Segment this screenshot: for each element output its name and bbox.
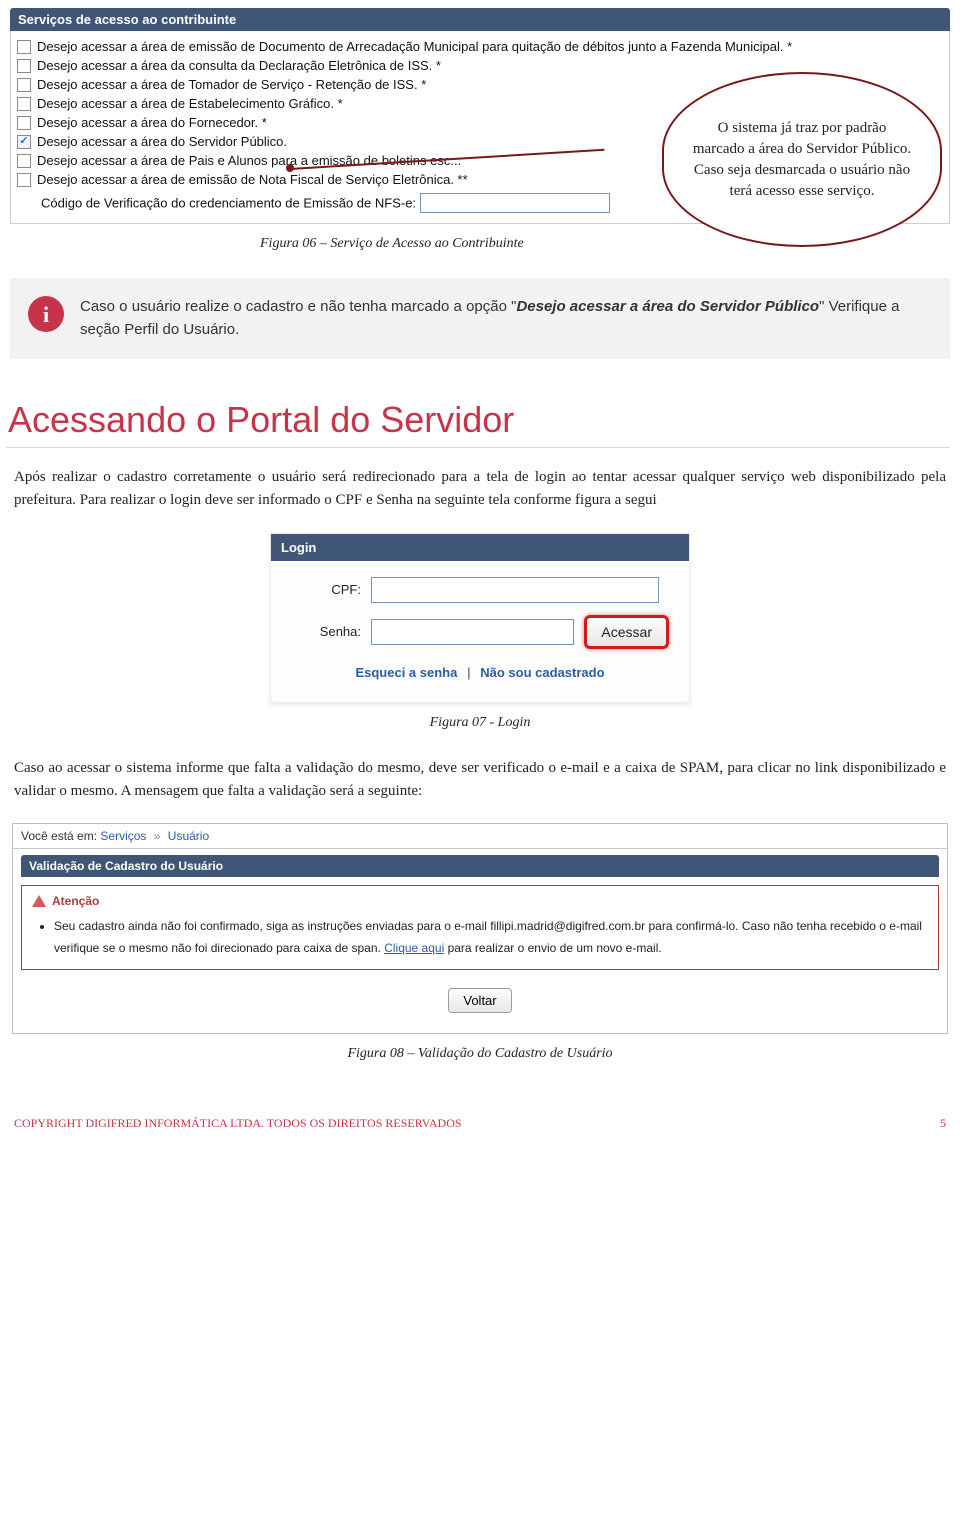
breadcrumb-link-user[interactable]: Usuário [168,829,209,843]
checkbox-icon[interactable] [17,40,31,54]
not-registered-link[interactable]: Não sou cadastrado [480,665,604,680]
info-text-prefix: Caso o usuário realize o cadastro e não … [80,298,516,315]
login-title: Login [271,534,689,561]
validation-screenshot: Você está em: Serviços » Usuário Validaç… [12,823,948,1034]
checkbox-icon[interactable] [17,154,31,168]
service-label: Desejo acessar a área de emissão de Docu… [37,39,792,54]
checkbox-icon[interactable] [17,59,31,73]
nfse-code-input[interactable] [420,193,610,213]
alert-box: Atenção Seu cadastro ainda não foi confi… [21,885,939,970]
checkbox-icon[interactable] [17,78,31,92]
callout-text: O sistema já traz por padrão marcado a á… [690,118,914,202]
alert-message: Seu cadastro ainda não foi confirmado, s… [54,916,928,959]
figure-caption-08: Figura 08 – Validação do Cadastro de Usu… [270,1046,690,1062]
checkbox-icon[interactable] [17,173,31,187]
alert-text-suffix: para realizar o envio de um novo e-mail. [444,941,661,955]
breadcrumb-separator-icon: » [150,829,165,843]
section-heading: Acessando o Portal do Servidor [6,389,950,448]
login-panel: Login CPF: Senha: Acessar Esqueci a senh… [270,533,690,703]
service-label: Desejo acessar a área de Estabelecimento… [37,96,343,111]
alert-title: Atenção [52,894,99,908]
service-row: Desejo acessar a área de emissão de Docu… [17,37,943,56]
services-screenshot: Serviços de acesso ao contribuinte Desej… [0,0,960,224]
link-separator: | [461,665,477,680]
page-footer: COPYRIGHT DIGIFRED INFORMÁTICA LTDA. TOD… [0,1088,960,1137]
breadcrumb-link-services[interactable]: Serviços [100,829,146,843]
forgot-password-link[interactable]: Esqueci a senha [355,665,457,680]
callout-bubble: O sistema já traz por padrão marcado a á… [662,72,942,247]
nfse-code-label: Código de Verificação do credenciamento … [41,196,416,211]
breadcrumb: Você está em: Serviços » Usuário [13,824,947,849]
senha-label: Senha: [291,624,361,639]
senha-input[interactable] [371,619,574,645]
cpf-label: CPF: [291,582,361,597]
page-number: 5 [940,1116,946,1131]
login-links: Esqueci a senha | Não sou cadastrado [291,661,669,692]
paragraph-1: Após realizar o cadastro corretamente o … [0,466,960,513]
checkbox-checked-icon[interactable] [17,135,31,149]
voltar-button[interactable]: Voltar [448,988,511,1013]
service-label: Desejo acessar a área de Tomador de Serv… [37,77,426,92]
info-note: i Caso o usuário realize o cadastro e nã… [10,278,950,359]
service-label: Desejo acessar a área do Servidor Públic… [37,134,287,149]
service-label: Desejo acessar a área de emissão de Nota… [37,172,468,187]
service-label: Desejo acessar a área da consulta da Dec… [37,58,441,73]
acessar-button[interactable]: Acessar [584,615,669,649]
info-bold: Desejo acessar a área do Servidor Públic… [516,298,819,315]
validation-panel-title: Validação de Cadastro do Usuário [21,855,939,877]
figure-caption-07: Figura 07 - Login [270,715,690,731]
warning-icon [32,895,46,907]
services-panel-title: Serviços de acesso ao contribuinte [10,8,950,31]
breadcrumb-prefix: Você está em: [21,829,97,843]
service-label: Desejo acessar a área do Fornecedor. * [37,115,267,130]
resend-email-link[interactable]: Clique aqui [384,941,444,955]
checkbox-icon[interactable] [17,97,31,111]
paragraph-2: Caso ao acessar o sistema informe que fa… [0,757,960,804]
info-icon: i [28,296,64,332]
cpf-input[interactable] [371,577,659,603]
checkbox-icon[interactable] [17,116,31,130]
copyright: COPYRIGHT DIGIFRED INFORMÁTICA LTDA. TOD… [14,1116,462,1131]
